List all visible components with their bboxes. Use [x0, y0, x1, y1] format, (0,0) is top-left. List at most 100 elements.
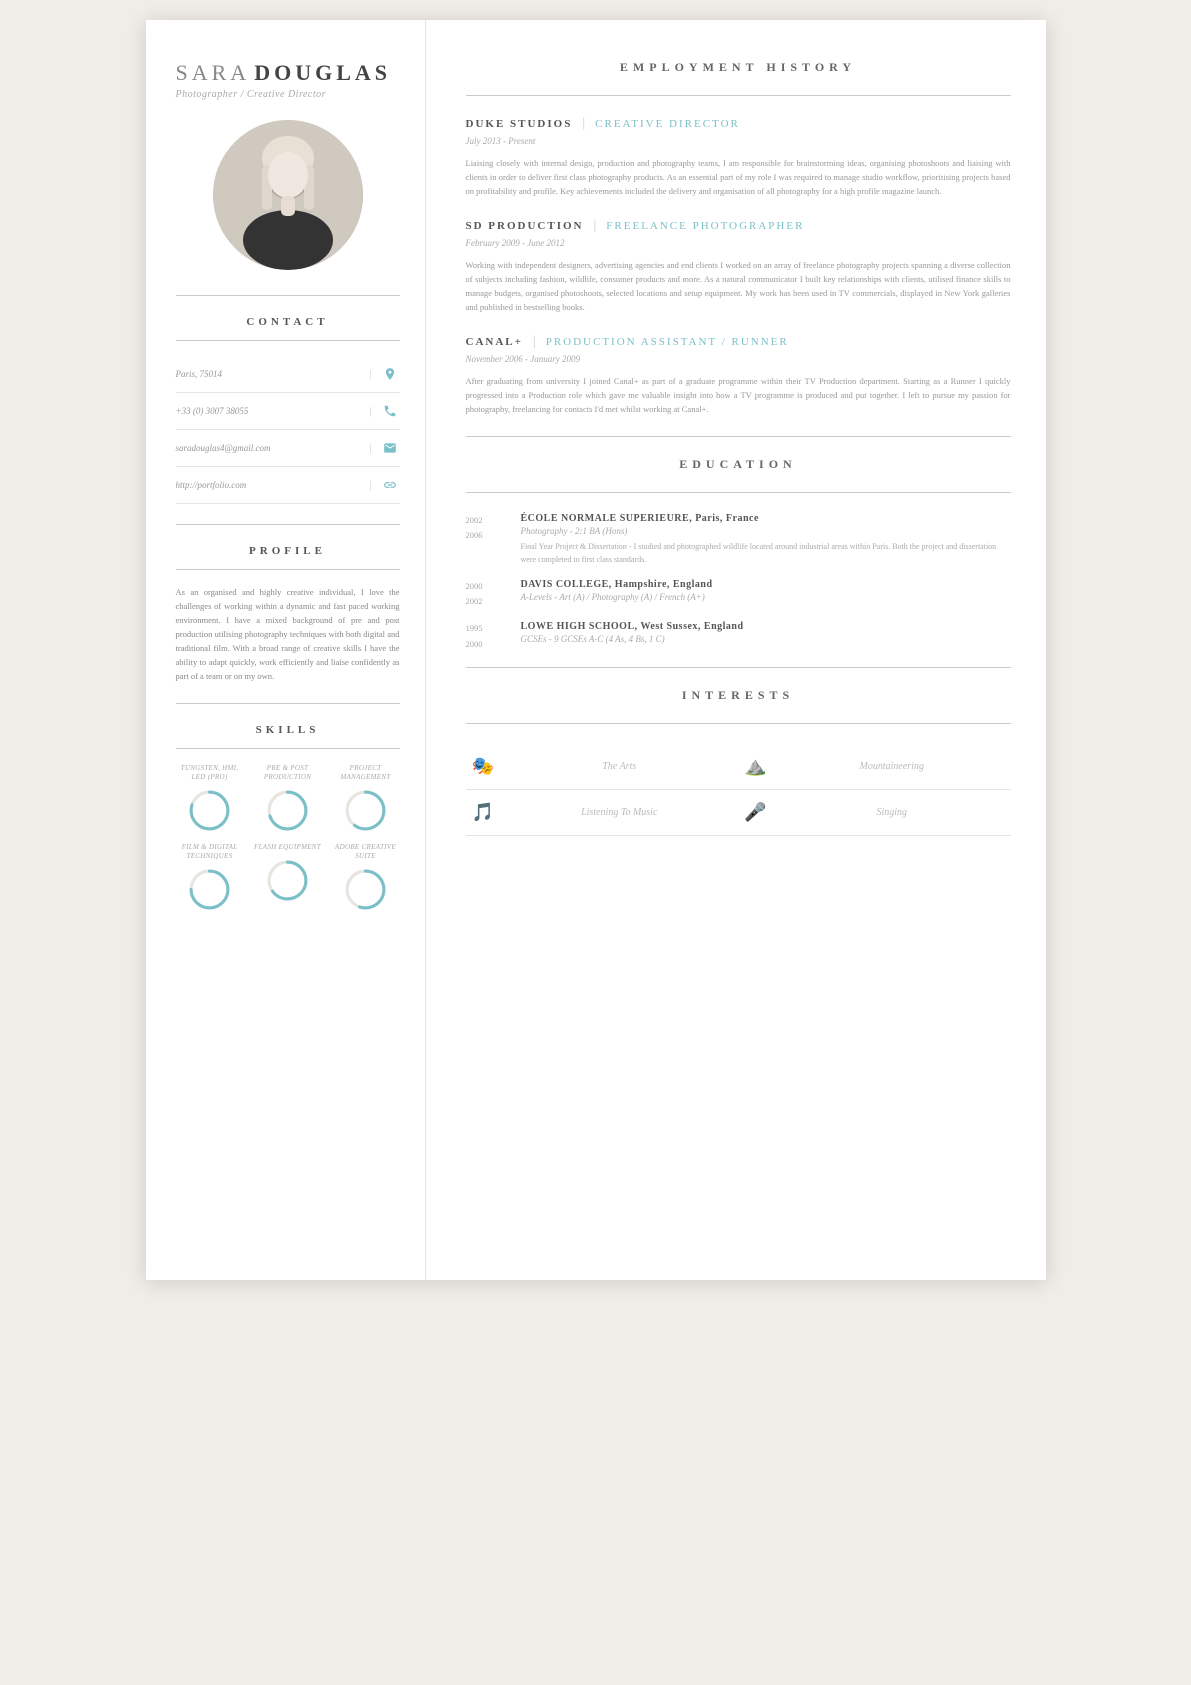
job-company-1: SD PRODUCTION	[466, 220, 584, 232]
contact-list: Paris, 75014 | +33 (0) 3007 38055 | sara…	[176, 356, 400, 504]
education-heading: EDUCATION	[466, 457, 1011, 472]
skills-divider-bottom	[176, 748, 400, 749]
email-icon	[380, 438, 400, 458]
job-item-0: DUKE STUDIOS | CREATIVE DIRECTOR July 20…	[466, 116, 1011, 198]
edu-years-2: 1995 2000	[466, 621, 521, 652]
interests-grid: 🎭 The Arts ⛰️ Mountaineering 🎵 Listening…	[466, 744, 1011, 836]
employment-divider	[466, 95, 1011, 96]
last-name: DOUGLAS	[254, 60, 391, 85]
job-dates-1: February 2009 - June 2012	[466, 238, 1011, 248]
contact-email: saradouglas4@gmail.com |	[176, 430, 400, 467]
job-desc-2: After graduating from university I joine…	[466, 374, 1011, 416]
edu-years-1: 2000 2002	[466, 579, 521, 610]
profile-divider-bottom	[176, 569, 400, 570]
edu-year-end-0: 2006	[466, 528, 521, 543]
skill-label-1: PRE & POST PRODUCTION	[254, 764, 322, 782]
jobs-list: DUKE STUDIOS | CREATIVE DIRECTOR July 20…	[466, 116, 1011, 416]
contact-sep-3: |	[369, 443, 371, 454]
edu-year-end-1: 2002	[466, 594, 521, 609]
interests-heading: INTERESTS	[466, 688, 1011, 703]
edu-content-0: ÉCOLE NORMALE SUPERIEURE, Paris, France …	[521, 513, 1011, 567]
edu-degree-2: GCSEs - 9 GCSEs A-C (4 As, 4 Bs, 1 C)	[521, 634, 1011, 644]
edu-year-start-2: 1995	[466, 621, 521, 636]
contact-sep-2: |	[369, 406, 371, 417]
edu-item-2: 1995 2000 LOWE HIGH SCHOOL, West Sussex,…	[466, 621, 1011, 652]
contact-sep-1: |	[369, 369, 371, 380]
contact-email-text: saradouglas4@gmail.com	[176, 443, 362, 453]
interest-label-3: Singing	[773, 807, 1011, 818]
interest-label-1: Mountaineering	[773, 761, 1011, 772]
job-company-2: CANAL+	[466, 336, 523, 348]
name-subtitle: Photographer / Creative Director	[176, 89, 400, 100]
education-list: 2002 2006 ÉCOLE NORMALE SUPERIEURE, Pari…	[466, 513, 1011, 652]
job-title-2: PRODUCTION ASSISTANT / RUNNER	[546, 336, 789, 348]
profile-divider-top	[176, 524, 400, 525]
interest-item-3: 🎤 Singing	[738, 790, 1011, 836]
edu-item-1: 2000 2002 DAVIS COLLEGE, Hampshire, Engl…	[466, 579, 1011, 610]
location-icon	[380, 364, 400, 384]
skills-heading: SKILLS	[176, 724, 400, 736]
profile-text: As an organised and highly creative indi…	[176, 585, 400, 683]
job-dates-2: November 2006 - January 2009	[466, 354, 1011, 364]
edu-school-0: ÉCOLE NORMALE SUPERIEURE, Paris, France	[521, 513, 1011, 524]
photo-area	[176, 120, 400, 270]
edu-year-start-0: 2002	[466, 513, 521, 528]
interests-divider-bottom	[466, 723, 1011, 724]
contact-address: Paris, 75014 |	[176, 356, 400, 393]
interest-item-0: 🎭 The Arts	[466, 744, 739, 790]
skill-circle-5	[343, 867, 388, 912]
job-header-1: SD PRODUCTION | FREELANCE PHOTOGRAPHER	[466, 218, 1011, 234]
interest-icon-2: 🎵	[466, 802, 501, 823]
skill-label-0: TUNGSTEN, HMI, LED (PRO)	[176, 764, 244, 782]
interest-item-1: ⛰️ Mountaineering	[738, 744, 1011, 790]
edu-degree-0: Photography - 2:1 BA (Hons)	[521, 526, 1011, 536]
skill-label-4: FLASH EQUIPMENT	[254, 843, 321, 852]
edu-years-0: 2002 2006	[466, 513, 521, 567]
skill-label-3: FILM & DIGITAL TECHNIQUES	[176, 843, 244, 861]
contact-heading: CONTACT	[176, 316, 400, 328]
skill-circle-3	[187, 867, 232, 912]
contact-divider-bottom	[176, 340, 400, 341]
skill-item-1: PRE & POST PRODUCTION	[254, 764, 322, 833]
interest-icon-1: ⛰️	[738, 756, 773, 777]
job-title-1: FREELANCE PHOTOGRAPHER	[606, 220, 804, 232]
interest-icon-0: 🎭	[466, 756, 501, 777]
skills-grid: TUNGSTEN, HMI, LED (PRO) PRE & POST PROD…	[176, 764, 400, 912]
edu-school-1: DAVIS COLLEGE, Hampshire, England	[521, 579, 1011, 590]
first-name: SARA	[176, 60, 251, 85]
job-item-1: SD PRODUCTION | FREELANCE PHOTOGRAPHER F…	[466, 218, 1011, 314]
full-name: SARA DOUGLAS	[176, 60, 400, 86]
edu-degree-1: A-Levels - Art (A) / Photography (A) / F…	[521, 592, 1011, 602]
edu-school-2: LOWE HIGH SCHOOL, West Sussex, England	[521, 621, 1011, 632]
contact-address-text: Paris, 75014	[176, 369, 362, 379]
job-title-0: CREATIVE DIRECTOR	[595, 118, 740, 130]
employment-heading: EMPLOYMENT HISTORY	[466, 60, 1011, 75]
edu-year-start-1: 2000	[466, 579, 521, 594]
contact-divider-top	[176, 295, 400, 296]
skill-item-2: PROJECT MANAGEMENT	[332, 764, 400, 833]
skill-circle-4	[265, 858, 310, 903]
edu-year-end-2: 2000	[466, 637, 521, 652]
link-icon	[380, 475, 400, 495]
job-item-2: CANAL+ | PRODUCTION ASSISTANT / RUNNER N…	[466, 334, 1011, 416]
phone-icon	[380, 401, 400, 421]
skill-label-2: PROJECT MANAGEMENT	[332, 764, 400, 782]
skills-divider-top	[176, 703, 400, 704]
skill-label-5: ADOBE CREATIVE SUITE	[332, 843, 400, 861]
edu-detail-0: Final Year Project & Dissertation - I st…	[521, 541, 1011, 567]
interest-label-0: The Arts	[501, 761, 739, 772]
job-company-0: DUKE STUDIOS	[466, 118, 573, 130]
job-desc-1: Working with independent designers, adve…	[466, 258, 1011, 314]
skill-item-3: FILM & DIGITAL TECHNIQUES	[176, 843, 244, 912]
job-dates-0: July 2013 - Present	[466, 136, 1011, 146]
skill-circle-1	[265, 788, 310, 833]
skill-item-5: ADOBE CREATIVE SUITE	[332, 843, 400, 912]
skill-circle-2	[343, 788, 388, 833]
right-column: EMPLOYMENT HISTORY DUKE STUDIOS | CREATI…	[426, 20, 1046, 1280]
interest-icon-3: 🎤	[738, 802, 773, 823]
job-header-0: DUKE STUDIOS | CREATIVE DIRECTOR	[466, 116, 1011, 132]
profile-photo	[213, 120, 363, 270]
contact-sep-4: |	[369, 480, 371, 491]
edu-item-0: 2002 2006 ÉCOLE NORMALE SUPERIEURE, Pari…	[466, 513, 1011, 567]
profile-heading: PROFILE	[176, 545, 400, 557]
